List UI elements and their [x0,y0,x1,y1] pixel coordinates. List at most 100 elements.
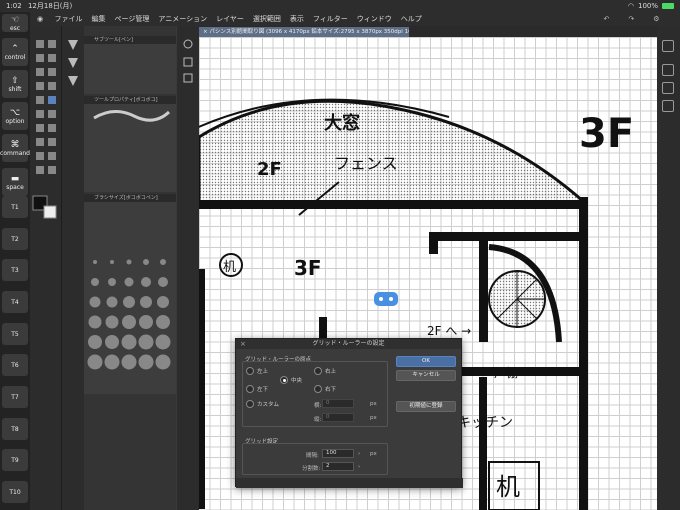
right-toolbar [657,26,680,510]
spacing-unit: px [370,451,377,457]
y-field[interactable]: 0 [322,413,354,422]
option-key[interactable]: ⌥ option [2,102,28,130]
menu-help[interactable]: ヘルプ [396,14,426,24]
blue-mascot-icon [374,292,398,306]
status-bar: 1:02 12月18日(月) ◠ 100% [0,0,680,12]
register-default-button[interactable]: 初期値に登録 [396,401,456,412]
undo-icon[interactable]: ↶ [599,15,614,23]
cancel-button[interactable]: キャンセル [396,370,456,381]
t10-key[interactable]: T10 [2,481,28,503]
menu-selection[interactable]: 選択範囲 [248,14,285,24]
tool-property-panel: ツールプロパティ[ボコボコ] [84,96,176,192]
menu-edit[interactable]: 編集 [87,14,110,24]
shelf-label: 戸棚 [494,365,518,380]
dome-label: 大窓 [324,112,360,134]
wifi-icon: ◠ [627,2,634,10]
radio-dot [246,367,254,375]
ok-button[interactable]: OK [396,356,456,367]
radio-custom[interactable]: カスタム [246,400,279,408]
document-tab[interactable]: × パシンス別館間取り図 (3096 x 4170px 鉛本サイズ:2795 x… [199,27,409,37]
layers-icon[interactable] [662,40,674,52]
radio-dot [314,385,322,393]
close-icon[interactable]: × [240,339,246,349]
brush-size-grid[interactable] [84,202,176,382]
floor-3f-mid: 3F [294,256,322,280]
status-date: 12月18日(月) [27,2,73,10]
t7-key[interactable]: T7 [2,386,28,408]
menu-filter[interactable]: フィルター [308,14,352,24]
tool-palette [30,26,62,510]
redo-icon[interactable]: ↷ [624,15,639,23]
menu-animation[interactable]: アニメーション [154,14,212,24]
desk-bottom-label: 机 [496,473,520,501]
radio-dot-selected [280,376,288,384]
radio-top-right[interactable]: 右上 [314,367,336,375]
spacing-field[interactable]: 100 [322,449,354,458]
floor-2f: 2F [257,159,282,180]
x-field[interactable]: 0 [322,399,354,408]
control-key[interactable]: ⌃ control [2,38,28,66]
dialog-title: グリッド・ルーラーの設定 [312,340,385,347]
subtool-panel-title: サブツール[ペン] [84,36,176,44]
document-tab-bar: × パシンス別館間取り図 (3096 x 4170px 鉛本サイズ:2795 x… [199,26,657,37]
brush-size-title: ブラシサイズ[ボコボコペン] [84,194,176,202]
spacing-stepper-icon[interactable]: › [358,451,360,457]
radio-bottom-right[interactable]: 右下 [314,385,336,393]
spacing-label: 間隔: [306,453,319,459]
to-2f-label: 2F へ → [427,324,471,338]
app-logo-icon[interactable]: ◉ [30,15,50,23]
esc-key[interactable]: ☜ esc [2,14,28,32]
menu-window[interactable]: ウィンドウ [352,14,396,24]
radio-dot [314,367,322,375]
radio-dot [246,385,254,393]
radio-top-left[interactable]: 左上 [246,367,268,375]
divisions-field[interactable]: 2 [322,462,354,471]
battery-percent: 100% [637,2,658,10]
menu-layer[interactable]: レイヤー [212,14,249,24]
radio-dot [246,400,254,408]
radio-bottom-left[interactable]: 左下 [246,385,268,393]
space-bar-icon: ▬ [10,173,20,184]
material-icon[interactable] [662,82,674,94]
t8-key[interactable]: T8 [2,418,28,440]
menu-file[interactable]: ファイル [50,14,87,24]
option-icon: ⌥ [9,107,21,118]
divisions-label: 分割数: [302,466,321,472]
grid-ruler-dialog: × グリッド・ルーラーの設定 グリッド・ルーラーの原点 左上 右上 中央 左下 … [235,338,463,488]
dialog-footer [236,478,463,488]
panel-toggle-bar [177,26,199,510]
hand-icon: ☜ [10,14,20,25]
t5-key[interactable]: T5 [2,323,28,345]
command-icon: ⌘ [10,139,20,150]
menu-bar: ◉ ファイル 編集 ページ管理 アニメーション レイヤー 選択範囲 表示 フィル… [30,12,680,26]
tool-icons[interactable] [30,26,62,226]
t4-key[interactable]: T4 [2,291,28,313]
navigator-icon[interactable] [662,64,674,76]
edge-keyboard: ☜ esc ⌃ control ⇧ shift ⌥ option ⌘ comma… [0,12,30,510]
t1-key[interactable]: T1 [2,196,28,218]
history-icon[interactable] [662,100,674,112]
command-key[interactable]: ⌘ command [0,134,30,162]
t9-key[interactable]: T9 [2,449,28,471]
status-time: 1:02 [6,2,22,10]
settings-icon[interactable]: ⚙ [649,15,664,23]
divisions-stepper-icon[interactable]: › [358,464,360,470]
space-key[interactable]: ▬ space [2,168,28,196]
x-unit: px [370,401,377,407]
info-icon [183,39,193,49]
y-label: 縦: [314,417,322,423]
y-unit: px [370,415,377,421]
brush-size-panel: ブラシサイズ[ボコボコペン] [84,194,176,394]
brush-stroke-preview [93,110,171,122]
desk-label: 机 [223,260,236,275]
radio-center[interactable]: 中央 [280,376,302,384]
t3-key[interactable]: T3 [2,259,28,281]
shift-key[interactable]: ⇧ shift [2,70,28,98]
menu-view[interactable]: 表示 [285,14,308,24]
t6-key[interactable]: T6 [2,354,28,376]
t2-key[interactable]: T2 [2,228,28,250]
x-label: 横: [314,403,322,409]
dialog-title-bar: × グリッド・ルーラーの設定 [236,339,461,349]
subtool-group-bar [62,26,84,510]
menu-page[interactable]: ページ管理 [110,14,154,24]
